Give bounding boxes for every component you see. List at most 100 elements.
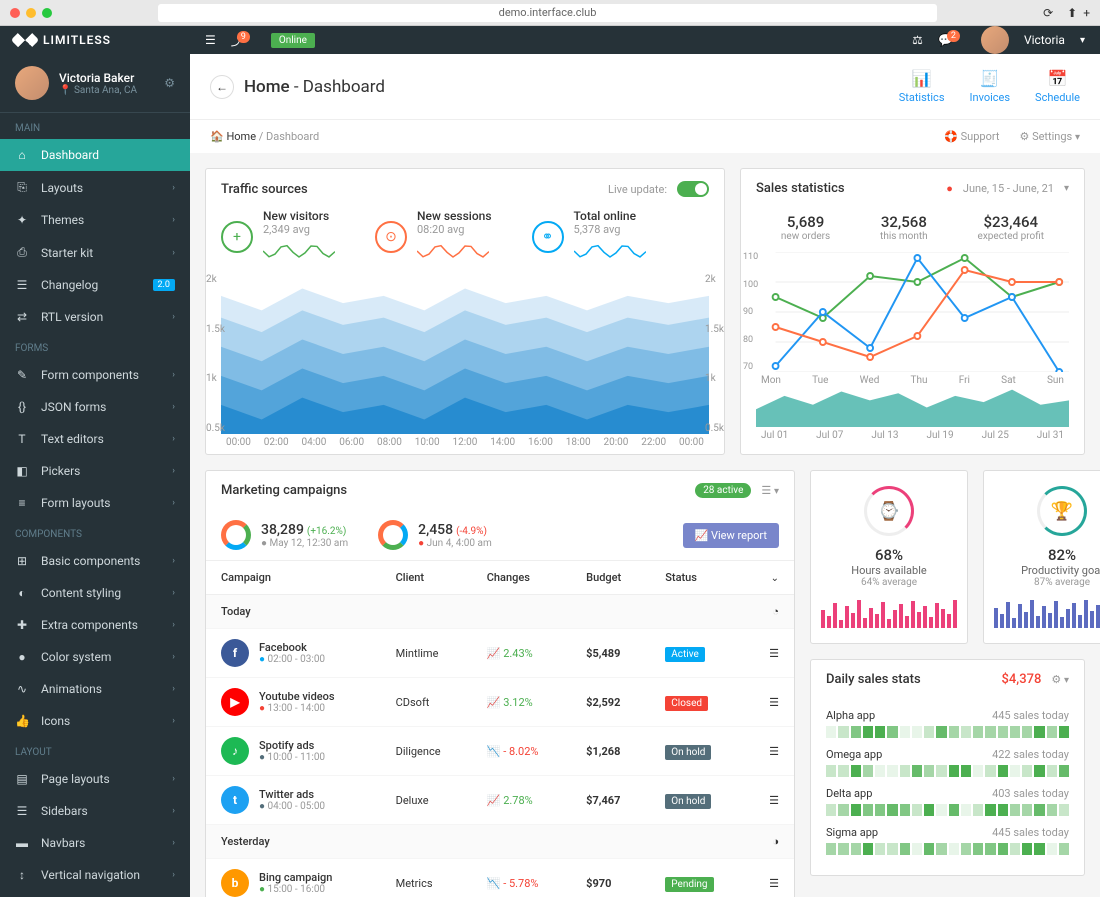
sidebar-item-icons[interactable]: 👍Icons› [0, 705, 190, 737]
breadcrumb-home[interactable]: Home [226, 130, 256, 143]
user-chevron-icon[interactable]: ▾ [1080, 35, 1085, 46]
share-icon[interactable]: ⬆ [1067, 6, 1077, 20]
gauge-2: 🏆 82% Productivity goal 87% average [983, 470, 1100, 644]
username[interactable]: Victoria [1024, 33, 1065, 47]
nav-icon: ▤ [15, 772, 29, 786]
nav-icon: ◐ [15, 586, 29, 600]
sidebar-item-color-system[interactable]: ●Color system› [0, 641, 190, 673]
url-bar[interactable]: demo.interface.club [158, 4, 937, 22]
app-row[interactable]: Omega app422 sales today [826, 748, 1069, 777]
heatmap [826, 765, 1069, 777]
sidebar-item-rtl-version[interactable]: ⇄RTL version› [0, 301, 190, 333]
row-menu-icon[interactable]: ☰ [745, 727, 794, 776]
list-icon[interactable]: ☰ ▾ [761, 484, 779, 497]
maximize-dot[interactable] [42, 8, 52, 18]
gauge-bars [994, 598, 1100, 628]
back-button[interactable]: ← [210, 75, 234, 99]
sidebar-item-pickers[interactable]: ◧Pickers› [0, 455, 190, 487]
heatmap [826, 843, 1069, 855]
sidebar-item-json-forms[interactable]: {}JSON forms› [0, 391, 190, 423]
traffic-title: Traffic sources [221, 182, 308, 197]
sidebar-item-form-components[interactable]: ✎Form components› [0, 359, 190, 391]
table-row[interactable]: tTwitter ads● 04:00 - 05:00 Deluxe 📈 2.7… [206, 776, 794, 825]
sidebar-item-starter-kit[interactable]: ⎙Starter kit› [0, 236, 190, 269]
sales-line-chart [756, 252, 1069, 372]
chat-icon[interactable]: 💬2 [938, 33, 966, 47]
header-action-invoices[interactable]: 🧾Invoices [970, 69, 1011, 104]
sidebar-item-dashboard[interactable]: ⌂Dashboard [0, 139, 190, 171]
status-badge: Active [665, 647, 705, 662]
table-row[interactable]: bBing campaign● 15:00 - 16:00 Metrics 📉 … [206, 859, 794, 897]
sales-date-range[interactable]: June, 15 - June, 21 [963, 182, 1054, 195]
campaign-icon: b [221, 869, 249, 897]
chevron-right-icon: › [172, 215, 175, 225]
close-dot[interactable] [10, 8, 20, 18]
metric-total-online: ⚭Total online5,378 avg [532, 209, 646, 264]
settings-link[interactable]: ⚙ Settings ▾ [1019, 130, 1080, 143]
nav-icon: ⌂ [15, 148, 29, 162]
view-report-button[interactable]: 📈 View report [683, 523, 779, 548]
sidebar-item-text-editors[interactable]: TText editors› [0, 423, 190, 455]
compare-icon[interactable]: ⚖ [912, 33, 923, 47]
table-row[interactable]: ▶Youtube videos● 13:00 - 14:00 CDsoft 📈 … [206, 678, 794, 727]
avatar[interactable] [981, 26, 1009, 54]
notif-badge: 9 [237, 31, 250, 43]
sidebar-item-themes[interactable]: ✦Themes› [0, 204, 190, 236]
nav-icon: ▬ [15, 836, 29, 850]
sales-stat: 32,568this month [880, 213, 928, 242]
row-menu-icon[interactable]: ☰ [745, 678, 794, 727]
breadcrumb-current: Dashboard [266, 130, 319, 143]
expand-icon[interactable]: ⌄ [745, 561, 794, 595]
minimize-dot[interactable] [26, 8, 36, 18]
live-update-toggle[interactable] [677, 181, 709, 197]
online-badge: Online [271, 33, 315, 48]
logo-text: LIMITLESS [43, 33, 111, 47]
metric-new-sessions: ⊙New sessions08:20 avg [375, 209, 492, 264]
sidebar-item-basic-components[interactable]: ⊞Basic components› [0, 545, 190, 577]
add-icon[interactable]: + [1083, 6, 1090, 20]
sidebar-item-animations[interactable]: ∿Animations› [0, 673, 190, 705]
chevron-right-icon: › [172, 588, 175, 598]
header-action-statistics[interactable]: 📊Statistics [899, 69, 945, 104]
row-menu-icon[interactable]: ☰ [745, 859, 794, 897]
daily-gear-icon[interactable]: ⚙ ▾ [1051, 673, 1069, 686]
header-action-schedule[interactable]: 📅Schedule [1035, 69, 1080, 104]
brand[interactable]: LIMITLESS [0, 26, 190, 54]
sidebar-item-layouts[interactable]: ⎘Layouts› [0, 171, 190, 204]
sidebar-item-navbars[interactable]: ▬Navbars› [0, 827, 190, 859]
sidebar-item-content-styling[interactable]: ◐Content styling› [0, 577, 190, 609]
sidebar-item-page-layouts[interactable]: ▤Page layouts› [0, 763, 190, 795]
pie-icon[interactable]: ◑ [745, 825, 794, 859]
reload-icon[interactable]: ⟳ [1043, 6, 1053, 20]
pie-icon[interactable]: ◔ [745, 595, 794, 629]
sidebar-item-vertical-navigation[interactable]: ↕Vertical navigation› [0, 859, 190, 891]
sales-stat: $23,464expected profit [978, 213, 1045, 242]
chevron-right-icon: › [172, 684, 175, 694]
menu-icon[interactable]: ☰ [205, 33, 216, 47]
app-row[interactable]: Delta app403 sales today [826, 787, 1069, 816]
sidebar-item-changelog[interactable]: ☰Changelog2.0 [0, 269, 190, 301]
app-row[interactable]: Sigma app445 sales today [826, 826, 1069, 855]
git-icon[interactable]: ⤴9 [231, 32, 256, 49]
table-row[interactable]: ♪Spotify ads● 10:00 - 11:00 Diligence 📉 … [206, 727, 794, 776]
sidebar-item-extra-components[interactable]: ✚Extra components› [0, 609, 190, 641]
row-menu-icon[interactable]: ☰ [745, 629, 794, 678]
app-row[interactable]: Alpha app445 sales today [826, 709, 1069, 738]
nav-icon: ⎘ [15, 180, 29, 195]
row-menu-icon[interactable]: ☰ [745, 776, 794, 825]
page-title: Home - Dashboard [244, 77, 385, 97]
chevron-right-icon: › [172, 556, 175, 566]
traffic-area-chart [221, 274, 709, 434]
nav-icon: ☰ [15, 278, 29, 292]
user-name: Victoria Baker [59, 71, 137, 85]
gear-icon[interactable]: ⚙ [164, 76, 175, 90]
gauge-icon: ⌚ [864, 486, 914, 536]
sidebar-item-sidebars[interactable]: ☰Sidebars› [0, 795, 190, 827]
support-link[interactable]: 🛟 Support [944, 130, 999, 143]
sidebar-item-form-layouts[interactable]: ≡Form layouts› [0, 487, 190, 519]
chevron-right-icon: › [172, 370, 175, 380]
user-block[interactable]: Victoria Baker 📍 Santa Ana, CA ⚙ [0, 54, 190, 113]
sidebar-item-horizontal-navigation[interactable]: ↔Horizontal navigation› [0, 891, 190, 897]
table-row[interactable]: fFacebook● 02:00 - 03:00 Mintlime 📈 2.43… [206, 629, 794, 678]
chevron-right-icon: › [172, 248, 175, 258]
